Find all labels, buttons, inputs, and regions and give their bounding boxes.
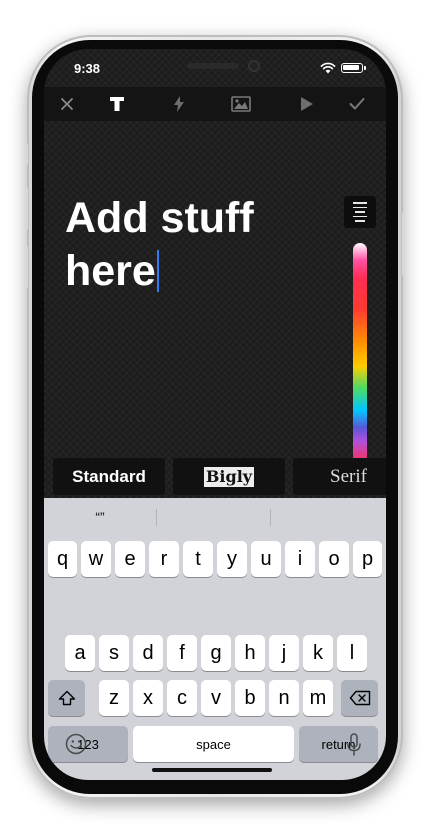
editor-toolbar: [44, 87, 386, 121]
status-bar: 9:38: [44, 49, 386, 87]
backspace-icon: [349, 690, 370, 706]
key-m[interactable]: m: [303, 680, 333, 716]
keyboard: “” q w e r t y u i o p a s d f g h j k l…: [44, 498, 386, 780]
suggestion-3[interactable]: [271, 498, 386, 536]
text-editor[interactable]: Add stuff here: [65, 192, 335, 298]
key-s[interactable]: s: [99, 635, 129, 671]
battery-icon: [341, 63, 366, 73]
key-d[interactable]: d: [133, 635, 163, 671]
key-k[interactable]: k: [303, 635, 333, 671]
effects-icon[interactable]: [165, 91, 193, 117]
return-key[interactable]: return: [299, 726, 378, 762]
headline-line-2: here: [65, 245, 335, 298]
shift-key[interactable]: [48, 680, 85, 716]
key-g[interactable]: g: [201, 635, 231, 671]
suggestion-1[interactable]: “”: [44, 498, 156, 536]
shift-icon: [58, 690, 75, 706]
font-option-bigly[interactable]: Bigly: [173, 458, 285, 495]
font-picker: Standard Bigly Serif: [44, 458, 386, 495]
key-f[interactable]: f: [167, 635, 197, 671]
checkmark-icon[interactable]: [343, 91, 371, 117]
play-icon[interactable]: [293, 91, 321, 117]
close-icon[interactable]: [53, 91, 81, 117]
microphone-icon[interactable]: [346, 733, 362, 757]
front-camera: [248, 60, 260, 72]
wifi-icon: [320, 62, 336, 74]
key-t[interactable]: t: [183, 541, 213, 577]
headline-line-2-text: here: [65, 247, 156, 295]
key-v[interactable]: v: [201, 680, 231, 716]
text-cursor: [156, 250, 159, 292]
font-option-bigly-label: Bigly: [203, 466, 255, 487]
key-h[interactable]: h: [235, 635, 265, 671]
key-p[interactable]: p: [353, 541, 382, 577]
key-o[interactable]: o: [319, 541, 349, 577]
home-indicator[interactable]: [152, 768, 272, 772]
key-y[interactable]: y: [217, 541, 247, 577]
key-a[interactable]: a: [65, 635, 95, 671]
side-button-silent: [25, 143, 28, 165]
font-option-standard[interactable]: Standard: [53, 458, 165, 495]
font-option-serif[interactable]: Serif: [293, 458, 386, 495]
key-z[interactable]: z: [99, 680, 129, 716]
color-slider[interactable]: [353, 243, 367, 463]
key-r[interactable]: r: [149, 541, 179, 577]
side-button-volume-up: [25, 188, 28, 230]
key-j[interactable]: j: [269, 635, 299, 671]
suggestion-2[interactable]: [157, 498, 270, 536]
side-button-volume-down: [25, 246, 28, 288]
status-time: 9:38: [74, 61, 101, 76]
image-icon[interactable]: [227, 91, 255, 117]
speaker-grille: [187, 63, 239, 69]
space-key[interactable]: space: [133, 726, 294, 762]
text-align-button[interactable]: [344, 196, 376, 228]
key-c[interactable]: c: [167, 680, 197, 716]
key-e[interactable]: e: [115, 541, 145, 577]
key-n[interactable]: n: [269, 680, 299, 716]
key-u[interactable]: u: [251, 541, 281, 577]
key-x[interactable]: x: [133, 680, 163, 716]
key-l[interactable]: l: [337, 635, 367, 671]
key-w[interactable]: w: [81, 541, 111, 577]
key-b[interactable]: b: [235, 680, 265, 716]
key-q[interactable]: q: [48, 541, 77, 577]
side-button-power: [402, 212, 405, 276]
delete-key[interactable]: [341, 680, 378, 716]
suggestion-bar: “”: [44, 498, 386, 536]
text-tool-icon[interactable]: [103, 91, 131, 117]
phone-screen: 9:38 Add stuff here Standard Bigly Serif…: [44, 49, 386, 780]
emoji-icon[interactable]: [65, 733, 87, 755]
key-i[interactable]: i: [285, 541, 315, 577]
numbers-key[interactable]: 123: [48, 726, 128, 762]
headline-line-1: Add stuff: [65, 194, 254, 242]
